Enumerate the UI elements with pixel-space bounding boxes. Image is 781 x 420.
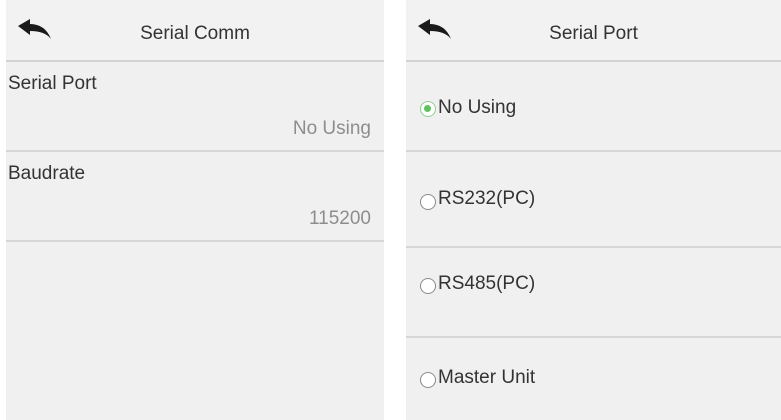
option-label: Master Unit xyxy=(438,367,536,388)
back-arrow-icon xyxy=(418,19,451,39)
serial-port-header: Serial Port xyxy=(406,0,781,62)
serial-comm-screen: Serial Comm Serial Port No Using Baudrat… xyxy=(6,0,384,420)
setting-value: 115200 xyxy=(309,208,371,229)
option-rs232-pc[interactable]: RS232(PC) xyxy=(406,158,781,248)
option-label: RS232(PC) xyxy=(438,188,536,209)
setting-row-baudrate[interactable]: Baudrate 115200 xyxy=(6,152,384,242)
back-button[interactable] xyxy=(406,0,466,60)
serial-port-screen: Serial Port No Using RS232(PC) RS485(PC)… xyxy=(406,0,781,420)
radio-unchecked-icon[interactable] xyxy=(420,372,436,388)
radio-unchecked-icon[interactable] xyxy=(420,278,436,294)
option-no-using[interactable]: No Using xyxy=(406,62,781,152)
option-rs485-pc[interactable]: RS485(PC) xyxy=(406,248,781,338)
setting-label: Baudrate xyxy=(8,163,86,184)
radio-checked-icon[interactable] xyxy=(420,101,436,117)
option-label: RS485(PC) xyxy=(438,273,536,294)
option-master-unit[interactable]: Master Unit xyxy=(406,338,781,420)
setting-label: Serial Port xyxy=(8,73,97,94)
back-arrow-icon xyxy=(18,19,51,39)
serial-comm-header: Serial Comm xyxy=(6,0,384,62)
setting-row-serial-port[interactable]: Serial Port No Using xyxy=(6,62,384,152)
setting-value: No Using xyxy=(292,118,371,139)
option-label: No Using xyxy=(438,97,517,118)
back-button[interactable] xyxy=(6,0,66,60)
radio-unchecked-icon[interactable] xyxy=(420,194,436,210)
